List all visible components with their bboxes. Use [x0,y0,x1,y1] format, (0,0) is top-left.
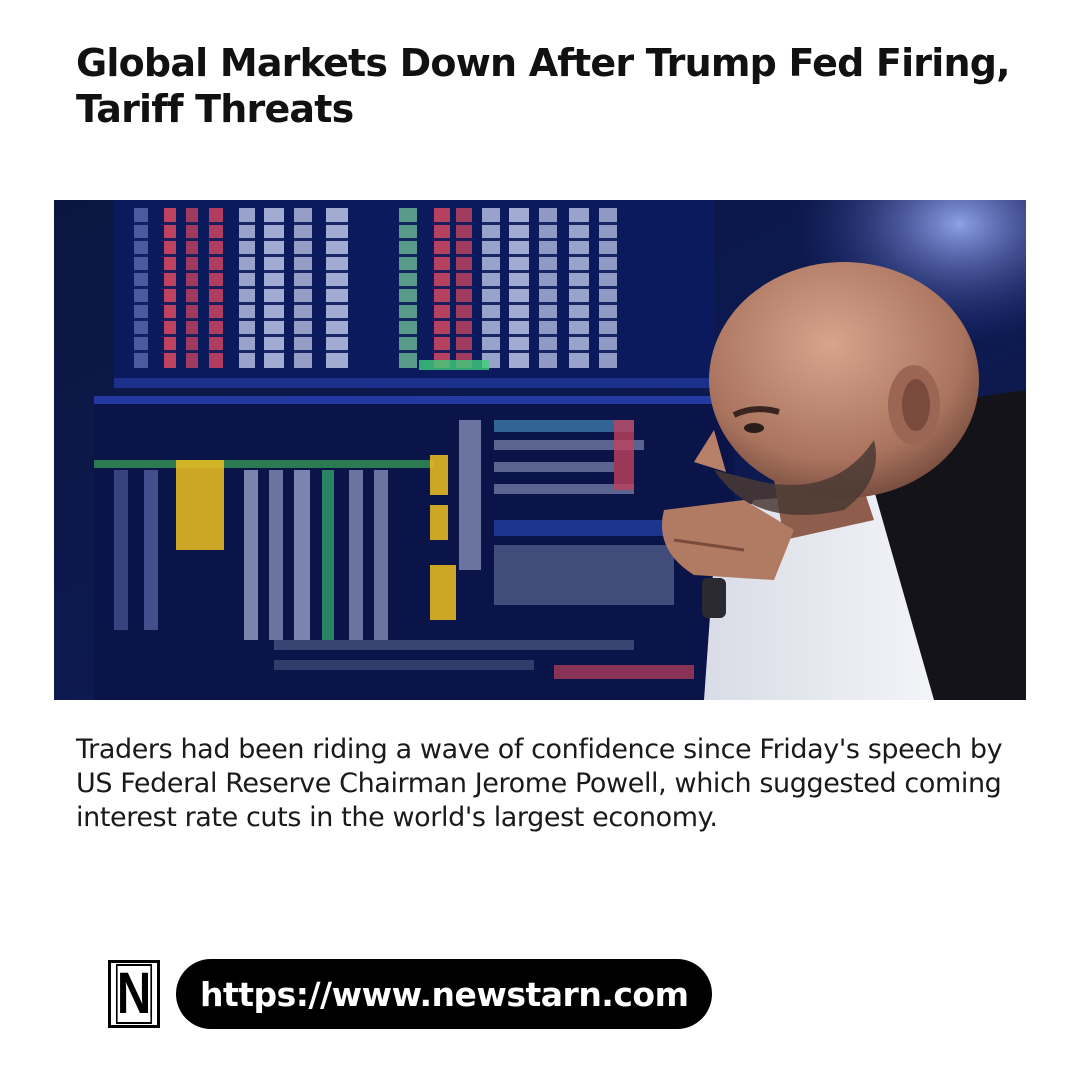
article-body: Traders had been riding a wave of confid… [76,734,1003,833]
logo-letter: N [115,961,153,1026]
site-url-link[interactable]: https://www.newstarn.com [176,959,713,1029]
site-logo[interactable]: N [108,960,160,1028]
footer: N https://www.newstarn.com [108,958,713,1030]
article-photo [54,200,1026,700]
headline: Global Markets Down After Trump Fed Firi… [76,41,1011,131]
